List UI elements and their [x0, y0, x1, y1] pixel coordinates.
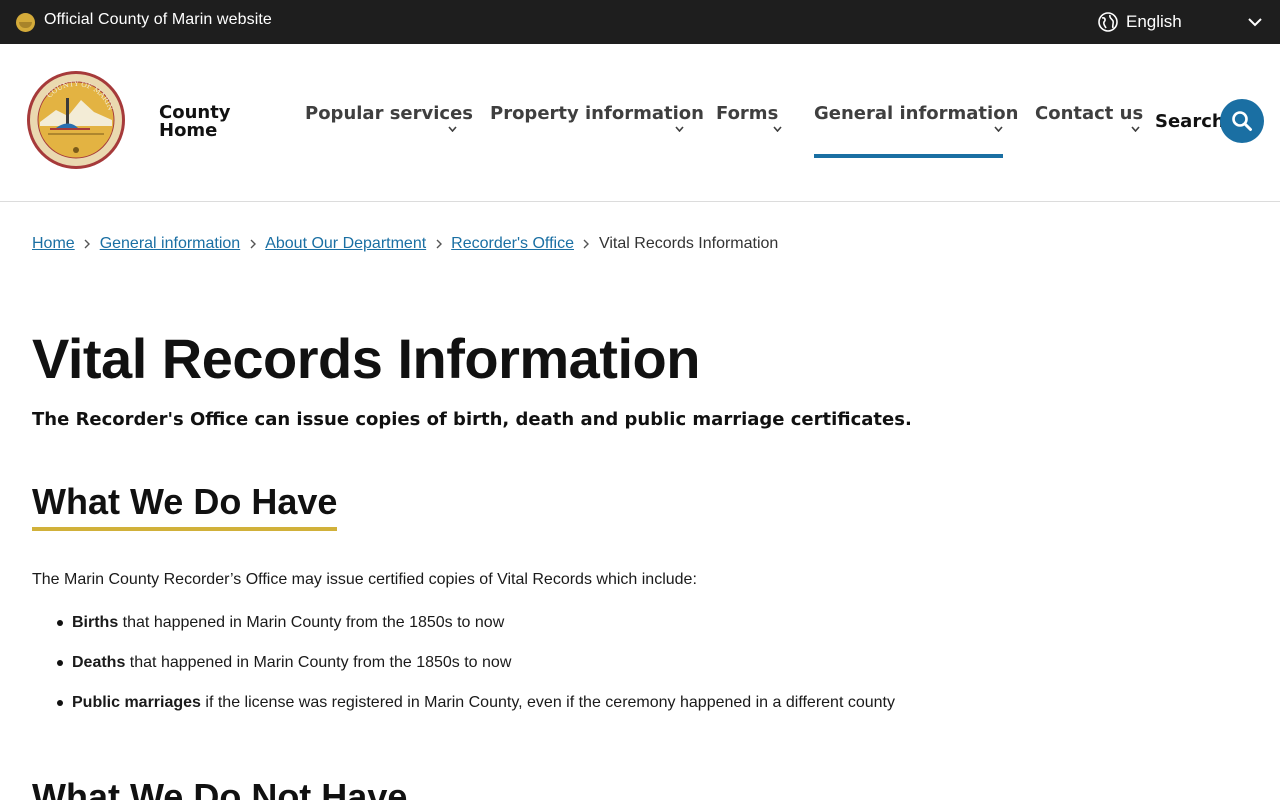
home-label-line2: Home: [159, 120, 218, 141]
chevron-down-icon[interactable]: [1247, 14, 1263, 30]
nav-property-information[interactable]: Property information: [490, 103, 704, 132]
nav-contact-us[interactable]: Contact us: [1035, 103, 1144, 132]
list-item-text: if the license was registered in Marin C…: [200, 694, 895, 711]
language-selector[interactable]: English: [1098, 9, 1182, 35]
page-title: Vital Records Information: [32, 327, 700, 390]
chevron-right-icon: [75, 239, 100, 249]
list-item-text: that happened in Marin County from the 1…: [118, 614, 505, 631]
chevron-right-icon: [240, 239, 265, 249]
official-site-banner: Official County of Marin website English: [0, 0, 1280, 44]
list-item: Deaths that happened in Marin County fro…: [52, 652, 895, 692]
list-item-bold: Public marriages: [72, 694, 201, 711]
site-header: COUNTY OF MARIN County Home Popular serv…: [0, 44, 1280, 202]
breadcrumb-general-information[interactable]: General information: [100, 235, 241, 253]
nav-popular-services[interactable]: Popular services: [305, 103, 474, 132]
nav-label: Popular services: [305, 103, 474, 124]
breadcrumb: Home General information About Our Depar…: [32, 235, 778, 253]
chevron-right-icon: [426, 239, 451, 249]
nav-general-information[interactable]: General information: [814, 103, 1019, 158]
list-item-bold: Deaths: [72, 654, 126, 671]
chevron-right-icon: [574, 239, 599, 249]
chevron-down-icon: [675, 126, 684, 132]
nav-label: Contact us: [1035, 103, 1144, 124]
section-intro: The Marin County Recorder’s Office may i…: [32, 571, 697, 588]
chevron-down-icon: [448, 126, 457, 132]
list-item-bold: Births: [72, 614, 119, 631]
breadcrumb-recorders-office[interactable]: Recorder's Office: [451, 235, 574, 253]
search-icon: [1232, 111, 1252, 131]
county-home-link[interactable]: County Home: [159, 104, 231, 140]
nav-label: Property information: [490, 103, 704, 124]
breadcrumb-home[interactable]: Home: [32, 235, 75, 253]
seal-icon: [16, 13, 35, 32]
list-item: Public marriages if the license was regi…: [52, 692, 895, 732]
nav-forms[interactable]: Forms: [716, 103, 782, 132]
nav-label: General information: [814, 103, 1019, 124]
chevron-down-icon: [773, 126, 782, 132]
list-item-text: that happened in Marin County from the 1…: [125, 654, 512, 671]
official-site-text: Official County of Marin website: [44, 11, 272, 28]
active-nav-indicator: [814, 154, 1003, 158]
globe-icon: [1098, 12, 1118, 32]
county-seal-logo[interactable]: COUNTY OF MARIN: [26, 70, 126, 170]
breadcrumb-about-our-department[interactable]: About Our Department: [265, 235, 426, 253]
language-label: English: [1126, 12, 1182, 31]
chevron-down-icon: [1131, 126, 1140, 132]
nav-label: Forms: [716, 103, 779, 124]
lead-paragraph: The Recorder's Office can issue copies o…: [32, 409, 912, 430]
vital-records-list: Births that happened in Marin County fro…: [52, 612, 895, 732]
list-item: Births that happened in Marin County fro…: [52, 612, 895, 652]
search-button[interactable]: [1220, 99, 1264, 143]
search-label[interactable]: Search: [1155, 111, 1225, 132]
chevron-down-icon: [994, 126, 1003, 132]
section-heading-what-we-do-not-have: What We Do Not Have: [32, 776, 408, 800]
section-heading-what-we-do-have: What We Do Have: [32, 481, 338, 531]
breadcrumb-current: Vital Records Information: [598, 235, 779, 252]
